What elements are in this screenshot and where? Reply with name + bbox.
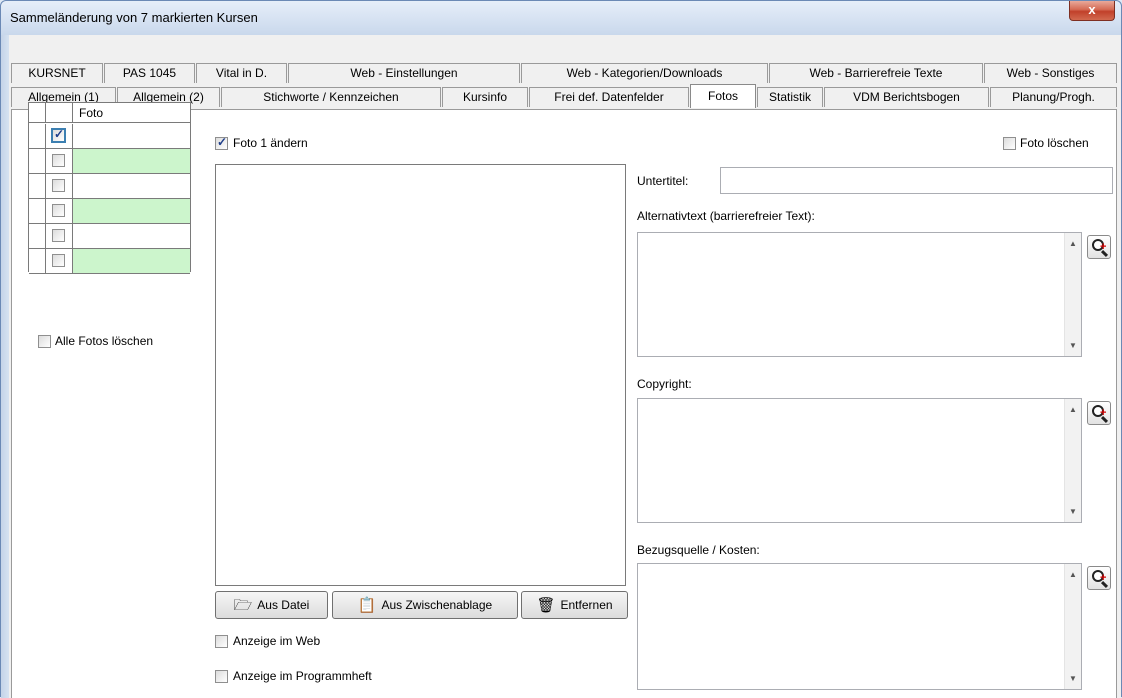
zoom-handle bbox=[1100, 249, 1109, 258]
anzeige-web-label: Anzeige im Web bbox=[233, 634, 321, 648]
tab-fotos[interactable]: Fotos bbox=[690, 84, 756, 108]
tab-row-1: KURSNET PAS 1045 Vital in D. Web - Einst… bbox=[9, 63, 1121, 83]
dialog-window: Sammeländerung von 7 markierten Kursen x… bbox=[0, 0, 1122, 698]
anzeige-programmheft-label: Anzeige im Programmheft bbox=[233, 669, 372, 683]
title-bar[interactable]: Sammeländerung von 7 markierten Kursen x bbox=[1, 1, 1121, 35]
entfernen-label: Entfernen bbox=[560, 598, 613, 612]
close-icon: x bbox=[1088, 2, 1096, 17]
tab-planung[interactable]: Planung/Progh. bbox=[990, 87, 1117, 107]
anzeige-web-checkbox[interactable] bbox=[215, 635, 228, 648]
aus-datei-label: Aus Datei bbox=[257, 598, 310, 612]
aus-datei-button[interactable]: 🗁 Aus Datei bbox=[215, 591, 328, 619]
grid-row-checkbox[interactable] bbox=[52, 179, 65, 192]
window-title: Sammeländerung von 7 markierten Kursen bbox=[10, 10, 258, 25]
scroll-up-icon[interactable]: ▲ bbox=[1069, 570, 1077, 579]
tab-web-sonstiges[interactable]: Web - Sonstiges bbox=[984, 63, 1117, 83]
bezugsquelle-label: Bezugsquelle / Kosten: bbox=[637, 543, 760, 557]
grid-row-checkbox-cell bbox=[46, 149, 73, 174]
alternativtext-label: Alternativtext (barrierefreier Text): bbox=[637, 209, 815, 223]
tab-kursinfo[interactable]: Kursinfo bbox=[442, 87, 528, 107]
folder-open-icon: 🗁 bbox=[233, 596, 253, 614]
tab-vital[interactable]: Vital in D. bbox=[196, 63, 287, 83]
grid-check-header bbox=[46, 103, 73, 123]
foto-aendern-checkbox[interactable] bbox=[215, 135, 228, 150]
aus-zwischenablage-button[interactable]: 📋 Aus Zwischenablage bbox=[332, 591, 518, 619]
grid-row-indicator[interactable] bbox=[29, 199, 46, 224]
bezugsquelle-textarea[interactable]: ▲ ▼ bbox=[637, 563, 1082, 690]
window-border bbox=[1, 35, 9, 698]
tab-web-kategorien[interactable]: Web - Kategorien/Downloads bbox=[521, 63, 768, 83]
entfernen-button[interactable]: 🗑 Entfernen bbox=[521, 591, 628, 619]
grid-row-indicator[interactable] bbox=[29, 224, 46, 249]
grid-row-foto-cell[interactable] bbox=[73, 149, 190, 174]
grid-row-checkbox[interactable] bbox=[52, 254, 65, 267]
alle-fotos-loeschen-label: Alle Fotos löschen bbox=[55, 334, 154, 348]
grid-row-foto-cell[interactable] bbox=[73, 174, 190, 199]
bezugsquelle-scrollbar[interactable]: ▲ ▼ bbox=[1064, 564, 1081, 689]
scroll-down-icon[interactable]: ▼ bbox=[1069, 341, 1077, 350]
grid-row-indicator[interactable] bbox=[29, 149, 46, 174]
untertitel-input[interactable] bbox=[720, 167, 1113, 194]
untertitel-label: Untertitel: bbox=[637, 174, 689, 188]
photo-preview[interactable] bbox=[215, 164, 626, 586]
grid-row-foto-cell[interactable] bbox=[73, 224, 190, 249]
tab-web-einstellungen[interactable]: Web - Einstellungen bbox=[288, 63, 520, 83]
grid-row-checkbox-cell bbox=[46, 224, 73, 249]
copyright-label: Copyright: bbox=[637, 377, 692, 391]
grid-row-foto-cell[interactable] bbox=[73, 249, 190, 274]
grid-row-checkbox-cell bbox=[46, 199, 73, 224]
tab-pas-1045[interactable]: PAS 1045 bbox=[104, 63, 195, 83]
copyright-textarea[interactable]: ▲ ▼ bbox=[637, 398, 1082, 523]
foto-aendern-label: Foto 1 ändern bbox=[233, 136, 308, 150]
anzeige-programmheft-checkbox[interactable] bbox=[215, 670, 228, 683]
alle-fotos-loeschen-checkbox[interactable] bbox=[38, 335, 51, 348]
tab-kursnet[interactable]: KURSNET bbox=[11, 63, 103, 83]
grid-row-foto-cell[interactable] bbox=[73, 124, 190, 149]
grid-row-checkbox[interactable] bbox=[52, 229, 65, 242]
scroll-down-icon[interactable]: ▼ bbox=[1069, 674, 1077, 683]
grid-row-foto-cell[interactable] bbox=[73, 199, 190, 224]
grid-row-checkbox[interactable] bbox=[52, 127, 65, 142]
grid-row-indicator[interactable] bbox=[29, 249, 46, 274]
grid-row-checkbox[interactable] bbox=[52, 154, 65, 167]
grid-row-indicator[interactable] bbox=[29, 124, 46, 149]
tab-frei-def[interactable]: Frei def. Datenfelder bbox=[529, 87, 689, 107]
foto-loeschen-checkbox[interactable] bbox=[1003, 137, 1016, 150]
zoom-handle bbox=[1100, 580, 1109, 589]
alternativtext-textarea[interactable]: ▲ ▼ bbox=[637, 232, 1082, 357]
grid-row-checkbox-cell bbox=[46, 249, 73, 274]
foto-loeschen-label: Foto löschen bbox=[1020, 136, 1089, 150]
tab-stichworte[interactable]: Stichworte / Kennzeichen bbox=[221, 87, 441, 107]
bezugsquelle-zoom-button[interactable]: + bbox=[1087, 566, 1111, 590]
alternativtext-zoom-button[interactable]: + bbox=[1087, 235, 1111, 259]
grid-foto-header: Foto bbox=[73, 103, 190, 123]
trash-icon: 🗑 bbox=[536, 596, 556, 614]
photo-grid: Foto bbox=[28, 102, 191, 274]
aus-zwischenablage-label: Aus Zwischenablage bbox=[381, 598, 493, 612]
alternativtext-scrollbar[interactable]: ▲ ▼ bbox=[1064, 233, 1081, 356]
scroll-up-icon[interactable]: ▲ bbox=[1069, 405, 1077, 414]
tab-vdm[interactable]: VDM Berichtsbogen bbox=[824, 87, 989, 107]
zoom-handle bbox=[1100, 415, 1109, 424]
scroll-down-icon[interactable]: ▼ bbox=[1069, 507, 1077, 516]
grid-row-checkbox[interactable] bbox=[52, 204, 65, 217]
grid-row-checkbox-cell bbox=[46, 174, 73, 199]
clipboard-icon: 📋 bbox=[357, 596, 377, 614]
tab-statistik[interactable]: Statistik bbox=[757, 87, 823, 107]
scroll-up-icon[interactable]: ▲ bbox=[1069, 239, 1077, 248]
copyright-scrollbar[interactable]: ▲ ▼ bbox=[1064, 399, 1081, 522]
copyright-zoom-button[interactable]: + bbox=[1087, 401, 1111, 425]
close-button[interactable]: x bbox=[1069, 1, 1115, 21]
grid-corner bbox=[29, 103, 46, 123]
grid-row-indicator[interactable] bbox=[29, 174, 46, 199]
tab-web-barrierefrei[interactable]: Web - Barrierefreie Texte bbox=[769, 63, 983, 83]
grid-row-checkbox-cell bbox=[46, 124, 73, 149]
